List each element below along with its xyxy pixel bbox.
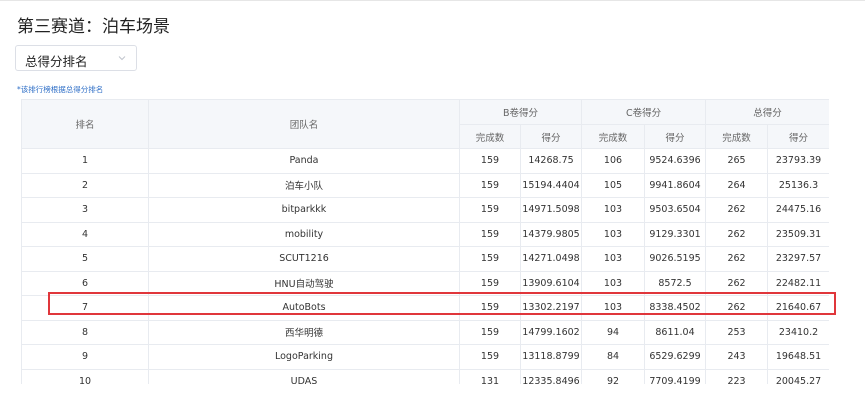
header-b-count: 完成数 — [459, 124, 521, 149]
cell-t-count: 262 — [705, 221, 769, 247]
cell-b-count: 159 — [459, 148, 521, 174]
cell-c-score: 9503.6504 — [643, 197, 707, 223]
header-c-count: 完成数 — [581, 124, 645, 149]
cell-c-count: 84 — [581, 344, 645, 370]
cell-team: SCUT1216 — [148, 246, 460, 272]
header-team: 团队名 — [148, 99, 460, 149]
cell-rank: 5 — [21, 246, 149, 272]
table-row: 5 SCUT1216 159 14271.0498 103 9026.5195 262 232… — [21, 246, 829, 272]
cell-b-count: 159 — [459, 246, 521, 272]
page-title: 第三赛道：泊车场景 — [17, 17, 170, 37]
cell-t-count: 262 — [705, 197, 769, 223]
cell-team: UDAS — [148, 368, 460, 384]
cell-team: bitparkkk — [148, 197, 460, 223]
cell-b-count: 159 — [459, 319, 521, 345]
cell-rank: 4 — [21, 221, 149, 247]
cell-c-count: 103 — [581, 221, 645, 247]
ranking-type-select[interactable]: 总得分排名 — [15, 45, 137, 71]
table-row: 3 bitparkkk 159 14971.5098 103 9503.6504 262 24… — [21, 197, 829, 223]
header-rank: 排名 — [21, 99, 149, 149]
cell-c-score: 6529.6299 — [643, 344, 707, 370]
cell-b-count: 159 — [459, 344, 521, 370]
cell-c-count: 94 — [581, 319, 645, 345]
ranking-note: *该排行榜根据总得分排名 — [17, 85, 104, 94]
cell-t-count: 265 — [705, 148, 769, 174]
header-c-score-group: C卷得分 — [580, 99, 707, 125]
cell-t-score: 25136.3 — [767, 172, 829, 198]
cell-c-count: 92 — [581, 368, 645, 384]
cell-b-score: 14971.5098 — [520, 197, 582, 223]
leaderboard-body: 1 Panda 159 14268.75 106 9524.6396 265 23793.39… — [21, 148, 829, 384]
cell-b-score: 14799.1602 — [520, 319, 582, 345]
header-total-count: 完成数 — [705, 124, 769, 149]
cell-c-count: 105 — [581, 172, 645, 198]
cell-b-count: 159 — [459, 172, 521, 198]
cell-b-score: 14271.0498 — [520, 246, 582, 272]
cell-b-score: 12335.8496 — [520, 368, 582, 384]
cell-team: mobility — [148, 221, 460, 247]
table-row: 10 UDAS 131 12335.8496 92 7709.4199 223 20045.2… — [21, 368, 829, 384]
cell-c-score: 9941.8604 — [643, 172, 707, 198]
cell-t-score: 23410.2 — [767, 319, 829, 345]
cell-c-score: 9026.5195 — [643, 246, 707, 272]
cell-t-score: 23509.31 — [767, 221, 829, 247]
leaderboard-table: 排名 团队名 B卷得分 C卷得分 总得分 完成数 得分 完成数 得分 完成数 得… — [21, 99, 829, 384]
table-row: 4 mobility 159 14379.9805 103 9129.3301 262 235… — [21, 221, 829, 247]
cell-c-count: 106 — [581, 148, 645, 174]
cell-b-score: 15194.4404 — [520, 172, 582, 198]
table-row: 8 西华明德 159 14799.1602 94 8611.04 253 23410.2 — [21, 319, 829, 345]
header-total-score: 得分 — [767, 124, 829, 149]
cell-t-score: 24475.16 — [767, 197, 829, 223]
cell-rank: 10 — [21, 368, 149, 384]
cell-t-count: 262 — [705, 246, 769, 272]
cell-team: 西华明德 — [148, 319, 460, 345]
cell-c-score: 7709.4199 — [643, 368, 707, 384]
cell-c-count: 103 — [581, 246, 645, 272]
leaderboard-table-container[interactable]: 排名 团队名 B卷得分 C卷得分 总得分 完成数 得分 完成数 得分 完成数 得… — [21, 99, 829, 384]
cell-c-score: 9129.3301 — [643, 221, 707, 247]
table-row: 2 泊车小队 159 15194.4404 105 9941.8604 264 25136.3 — [21, 172, 829, 198]
chevron-down-icon — [118, 56, 126, 61]
cell-rank: 8 — [21, 319, 149, 345]
cell-t-count: 253 — [705, 319, 769, 345]
header-b-score-group: B卷得分 — [459, 99, 582, 125]
highlighted-row-outline — [48, 292, 836, 315]
cell-team: 泊车小队 — [148, 172, 460, 198]
cell-b-score: 13118.8799 — [520, 344, 582, 370]
header-c-score: 得分 — [643, 124, 707, 149]
header-b-score: 得分 — [520, 124, 582, 149]
cell-rank: 9 — [21, 344, 149, 370]
cell-b-score: 14268.75 — [520, 148, 582, 174]
cell-t-count: 243 — [705, 344, 769, 370]
cell-t-score: 20045.27 — [767, 368, 829, 384]
header-total-score-group: 总得分 — [705, 99, 829, 125]
cell-b-count: 159 — [459, 197, 521, 223]
top-divider — [0, 0, 865, 1]
table-row: 9 LogoParking 159 13118.8799 84 6529.6299 243 1… — [21, 344, 829, 370]
cell-t-score: 23793.39 — [767, 148, 829, 174]
cell-t-count: 264 — [705, 172, 769, 198]
cell-team: Panda — [148, 148, 460, 174]
cell-b-count: 131 — [459, 368, 521, 384]
cell-rank: 3 — [21, 197, 149, 223]
cell-c-count: 103 — [581, 197, 645, 223]
table-row: 1 Panda 159 14268.75 106 9524.6396 265 23793.39 — [21, 148, 829, 174]
cell-c-score: 8611.04 — [643, 319, 707, 345]
cell-t-count: 223 — [705, 368, 769, 384]
cell-b-count: 159 — [459, 221, 521, 247]
cell-b-score: 14379.9805 — [520, 221, 582, 247]
cell-t-score: 23297.57 — [767, 246, 829, 272]
cell-rank: 1 — [21, 148, 149, 174]
cell-t-score: 19648.51 — [767, 344, 829, 370]
cell-rank: 2 — [21, 172, 149, 198]
cell-team: LogoParking — [148, 344, 460, 370]
ranking-type-select-value: 总得分排名 — [25, 54, 88, 69]
cell-c-score: 9524.6396 — [643, 148, 707, 174]
